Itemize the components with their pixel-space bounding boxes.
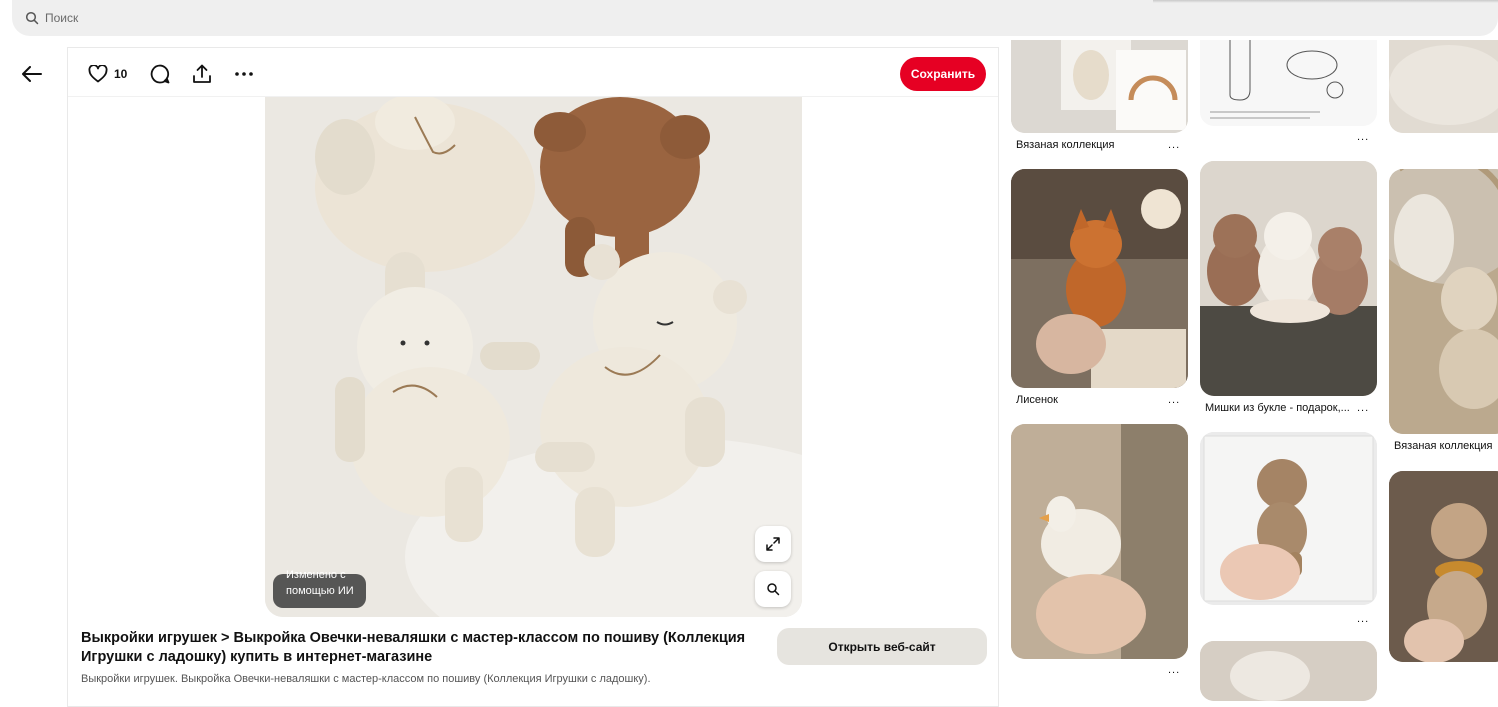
share-button[interactable]: [192, 62, 212, 86]
pin-thumbnail: [1200, 161, 1377, 396]
grid-pin-6[interactable]: [1389, 169, 1498, 434]
pin-image[interactable]: Изменено с помощью ИИ: [265, 97, 802, 617]
grid-pin-2[interactable]: [1200, 40, 1377, 126]
search-bar[interactable]: [12, 0, 1498, 36]
grid-pin-7-more[interactable]: ...: [1168, 664, 1180, 676]
pin-toolbar: 10 Сохранить: [68, 47, 998, 97]
more-icon: [235, 72, 253, 76]
grid-pin-1-more[interactable]: ...: [1168, 139, 1180, 151]
pin-thumbnail: [1011, 424, 1188, 659]
grid-pin-4[interactable]: [1011, 169, 1188, 388]
pin-title: Выкройки игрушек > Выкройка Овечки-невал…: [81, 630, 746, 665]
overlay-edge: [1153, 0, 1498, 3]
pin-card: Изменено с помощью ИИ 10 Сохранить Выкро…: [67, 47, 999, 707]
comment-button[interactable]: [150, 62, 170, 86]
pin-description: Выкройки игрушек. Выкройка Овечки-неваля…: [81, 673, 651, 685]
toys-photo: [265, 97, 802, 617]
grid-pin-9[interactable]: [1389, 471, 1498, 662]
comment-icon: [150, 64, 170, 84]
pin-thumbnail: [1200, 432, 1377, 605]
open-website-button[interactable]: Открыть веб-сайт: [777, 628, 987, 665]
ai-edited-badge: Изменено с помощью ИИ: [273, 569, 366, 608]
grid-pin-8[interactable]: [1200, 432, 1377, 605]
search-icon: [25, 11, 39, 25]
pin-thumbnail: [1389, 169, 1498, 434]
back-arrow-icon: [22, 66, 42, 82]
pin-thumbnail: [1389, 40, 1498, 133]
grid-pin-5-title: Мишки из букле - подарок,...: [1205, 402, 1350, 414]
pin-thumbnail: [1011, 40, 1188, 133]
grid-pin-2-more[interactable]: ...: [1357, 131, 1369, 143]
more-button[interactable]: [234, 62, 254, 86]
grid-pin-4-more[interactable]: ...: [1168, 394, 1180, 406]
grid-pin-1-title: Вязаная коллекция: [1016, 139, 1115, 151]
grid-pin-1[interactable]: [1011, 40, 1188, 133]
grid-pin-8-more[interactable]: ...: [1357, 613, 1369, 625]
grid-pin-4-title: Лисенок: [1016, 394, 1058, 406]
grid-pin-3[interactable]: [1389, 40, 1498, 133]
grid-pin-10[interactable]: [1200, 641, 1377, 701]
share-icon: [193, 64, 211, 83]
visual-search-button[interactable]: [755, 571, 791, 607]
pin-thumbnail: [1200, 40, 1377, 126]
grid-pin-6-title: Вязаная коллекция: [1394, 440, 1493, 452]
grid-pin-5[interactable]: [1200, 161, 1377, 396]
save-button[interactable]: Сохранить: [900, 57, 986, 91]
back-button[interactable]: [16, 58, 48, 90]
heart-icon: [88, 65, 108, 83]
grid-pin-5-more[interactable]: ...: [1357, 402, 1369, 414]
pin-thumbnail: [1389, 471, 1498, 662]
like-count: 10: [114, 67, 128, 81]
pin-thumbnail: [1011, 169, 1188, 388]
expand-button[interactable]: [755, 526, 791, 562]
ai-badge-text: Изменено с помощью ИИ: [286, 569, 354, 597]
search-input[interactable]: [45, 11, 345, 25]
like-button[interactable]: 10: [88, 62, 127, 86]
visual-search-icon: [767, 583, 780, 596]
grid-pin-7[interactable]: [1011, 424, 1188, 659]
expand-icon: [766, 537, 780, 551]
pin-thumbnail: [1200, 641, 1377, 701]
